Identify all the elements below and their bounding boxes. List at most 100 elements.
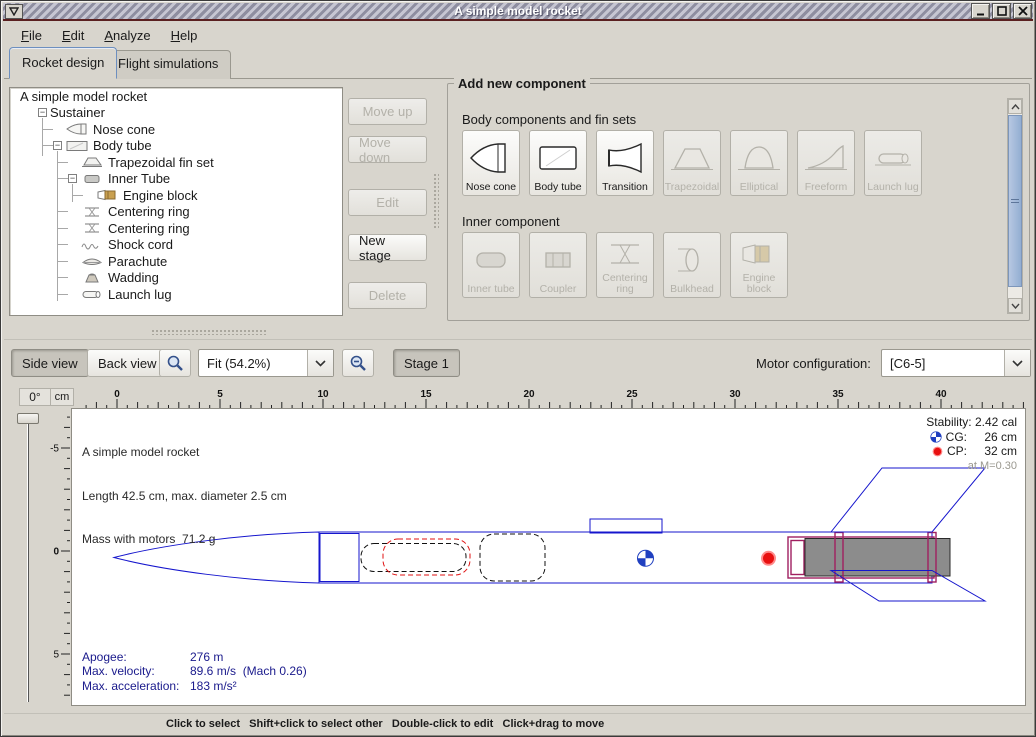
title-bar[interactable]: A simple model rocket bbox=[3, 3, 1033, 21]
component-scrollbar[interactable] bbox=[1007, 98, 1023, 314]
tree-item-a-simple-model-rocket[interactable]: A simple model rocket bbox=[10, 88, 342, 105]
tree-expander[interactable]: − bbox=[68, 174, 77, 183]
body-tube-icon bbox=[536, 133, 580, 182]
rocket-canvas[interactable]: A simple model rocket Length 42.5 cm, ma… bbox=[71, 408, 1026, 706]
svg-text:20: 20 bbox=[523, 389, 535, 400]
chevron-down-icon bbox=[315, 360, 326, 367]
tree-item-centering-ring[interactable]: Centering ring bbox=[10, 204, 342, 221]
nose-cone-icon bbox=[469, 133, 513, 182]
side-view-button[interactable]: Side view bbox=[11, 349, 89, 377]
component-button-label: Centering ring bbox=[598, 273, 652, 295]
tree-item-launch-lug[interactable]: Launch lug bbox=[10, 286, 342, 303]
tree-item-sustainer[interactable]: −Sustainer bbox=[10, 105, 342, 122]
motor-configuration-select[interactable]: [C6-5] bbox=[881, 349, 1031, 377]
menu-analyze[interactable]: Analyze bbox=[95, 25, 159, 46]
tab-rocket-design[interactable]: Rocket design bbox=[9, 47, 117, 79]
flight-row: Max. velocity:89.6 m/s (Mach 0.26) bbox=[82, 664, 307, 679]
tree-item-trapezoidal-fin-set[interactable]: Trapezoidal fin set bbox=[10, 154, 342, 171]
component-button-label: Body tube bbox=[534, 182, 581, 193]
add-nose-cone-button[interactable]: Nose cone bbox=[462, 130, 520, 196]
cg-label: CG: bbox=[946, 430, 967, 445]
shock-cord-icon bbox=[80, 239, 104, 251]
nose-cone-icon bbox=[65, 123, 89, 135]
add-engine-block-button: Engine block bbox=[730, 232, 788, 298]
maximize-button[interactable] bbox=[992, 3, 1011, 19]
magnifier-minus-icon bbox=[349, 354, 367, 372]
tree-item-parachute[interactable]: Parachute bbox=[10, 253, 342, 270]
coupler-icon bbox=[536, 235, 580, 284]
horizontal-splitter-handle[interactable] bbox=[151, 329, 267, 335]
tree-item-nose-cone[interactable]: Nose cone bbox=[10, 121, 342, 138]
zoom-out-button[interactable] bbox=[342, 349, 374, 377]
scroll-down-button[interactable] bbox=[1008, 298, 1022, 313]
tree-item-label: Shock cord bbox=[108, 237, 173, 252]
stage-1-toggle[interactable]: Stage 1 bbox=[393, 349, 460, 377]
cg-marker-icon bbox=[930, 431, 942, 443]
menu-help[interactable]: Help bbox=[162, 25, 207, 46]
trapezoidal-fin-icon bbox=[670, 133, 714, 182]
tree-item-engine-block[interactable]: Engine block bbox=[10, 187, 342, 204]
rocket-diagram-panel: 0° cm 0510152025303540 -505 A simple mod… bbox=[4, 384, 1034, 713]
scrollbar-thumb[interactable] bbox=[1008, 115, 1022, 287]
application-window: A simple model rocket FileEditAnalyzeHel… bbox=[0, 0, 1036, 737]
rotation-slider-handle[interactable] bbox=[17, 413, 39, 424]
svg-text:40: 40 bbox=[935, 389, 947, 400]
tree-item-label: Body tube bbox=[93, 138, 152, 153]
tree-item-inner-tube[interactable]: − Inner Tube bbox=[10, 171, 342, 188]
zoom-level-select[interactable]: Fit (54.2%) bbox=[198, 349, 334, 377]
motor-configuration-value: [C6-5] bbox=[882, 356, 1004, 371]
window-menu-button[interactable] bbox=[5, 4, 23, 19]
add-transition-button[interactable]: Transition bbox=[596, 130, 654, 196]
edit-button: Edit bbox=[348, 189, 427, 216]
freeform-fin-icon bbox=[804, 133, 848, 182]
tree-item-wadding[interactable]: Wadding bbox=[10, 270, 342, 287]
tree-expander[interactable]: − bbox=[53, 141, 62, 150]
menu-file[interactable]: File bbox=[12, 25, 51, 46]
vertical-splitter-handle[interactable] bbox=[433, 173, 439, 229]
svg-text:30: 30 bbox=[729, 389, 741, 400]
motor-select-dropdown-button[interactable] bbox=[1004, 350, 1030, 376]
horizontal-ruler: 0510152025303540 bbox=[71, 386, 1026, 408]
component-tree[interactable]: A simple model rocket−SustainerNose cone… bbox=[9, 87, 343, 316]
svg-text:15: 15 bbox=[420, 389, 432, 400]
flight-row-label: Max. acceleration: bbox=[82, 679, 190, 694]
tree-item-label: Sustainer bbox=[50, 105, 105, 120]
tree-line bbox=[58, 162, 68, 163]
rotation-slider-track[interactable] bbox=[27, 414, 29, 702]
tree-item-label: Nose cone bbox=[93, 122, 155, 137]
tree-line bbox=[58, 277, 68, 278]
tree-item-centering-ring[interactable]: Centering ring bbox=[10, 220, 342, 237]
new-stage-button[interactable]: New stage bbox=[348, 234, 427, 261]
flight-summary: Apogee:276 mMax. velocity:89.6 m/s (Mach… bbox=[82, 650, 307, 694]
tree-item-label: Wadding bbox=[108, 270, 159, 285]
inner-tube-icon bbox=[80, 173, 104, 185]
zoom-in-button[interactable] bbox=[159, 349, 191, 377]
back-view-button[interactable]: Back view bbox=[87, 349, 168, 377]
component-button-label: Transition bbox=[602, 182, 648, 193]
stability-line: Stability: 2.42 cal bbox=[926, 415, 1017, 430]
tab-flight-simulations[interactable]: Flight simulations bbox=[105, 50, 231, 79]
magnifier-icon bbox=[166, 354, 184, 372]
parachute-icon bbox=[80, 255, 104, 267]
add-body-tube-button[interactable]: Body tube bbox=[529, 130, 587, 196]
cp-value: 32 cm bbox=[971, 444, 1017, 459]
scroll-up-button[interactable] bbox=[1008, 99, 1022, 114]
mach-note: at M=0.30 bbox=[926, 459, 1017, 474]
add-bulkhead-button: Bulkhead bbox=[663, 232, 721, 298]
zoom-select-dropdown-button[interactable] bbox=[307, 350, 333, 376]
rocket-info-text: A simple model rocket Length 42.5 cm, ma… bbox=[82, 416, 287, 576]
close-button[interactable] bbox=[1013, 3, 1032, 19]
tree-item-body-tube[interactable]: − Body tube bbox=[10, 138, 342, 155]
minimize-button[interactable] bbox=[971, 3, 990, 19]
svg-text:10: 10 bbox=[317, 389, 329, 400]
tree-item-label: Inner Tube bbox=[108, 171, 170, 186]
fin-icon bbox=[80, 156, 104, 168]
rocket-mass-line: Mass with motors 71.2 g bbox=[82, 532, 287, 547]
tree-item-shock-cord[interactable]: Shock cord bbox=[10, 237, 342, 254]
tree-line bbox=[58, 261, 68, 262]
component-button-label: Trapezoidal bbox=[665, 182, 719, 193]
launch-lug-icon bbox=[80, 288, 104, 300]
tree-expander[interactable]: − bbox=[38, 108, 47, 117]
menu-edit[interactable]: Edit bbox=[53, 25, 93, 46]
group-label-inner-component: Inner component bbox=[462, 214, 560, 229]
